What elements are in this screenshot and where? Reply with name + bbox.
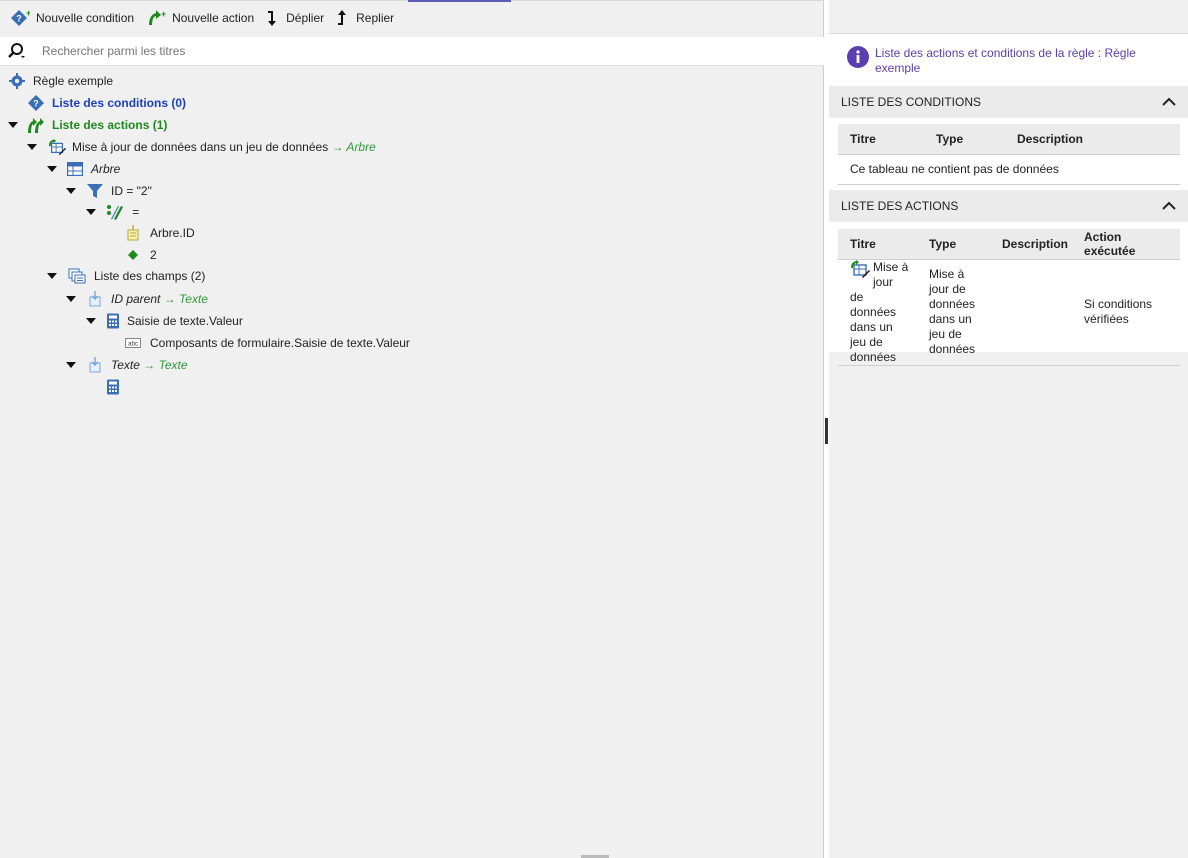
- conditions-col-type[interactable]: Type: [924, 124, 1005, 155]
- constant-icon: [124, 246, 142, 264]
- field-assign-icon: [86, 290, 104, 308]
- pane-splitter[interactable]: [825, 418, 828, 444]
- action-update-target: → Arbre: [331, 140, 376, 154]
- collapse-label: Replier: [356, 11, 395, 25]
- svg-text:abc: abc: [128, 342, 138, 348]
- tree-label-value: 2: [150, 248, 157, 262]
- expand-button[interactable]: Déplier: [266, 9, 324, 27]
- svg-text:?: ?: [16, 14, 22, 24]
- conditions-section-header[interactable]: LISTE DES CONDITIONS: [829, 86, 1188, 118]
- tree-label-conditions: Liste des conditions (0): [52, 96, 187, 110]
- new-condition-label: Nouvelle condition: [36, 11, 135, 25]
- table-icon: [66, 160, 84, 178]
- action-row-type: Mise à jour de données dans un jeu de do…: [917, 259, 994, 366]
- field-parent-name: ID parent: [111, 292, 161, 306]
- tree-label-field-parent: ID parent → Texte: [111, 292, 208, 306]
- conditions-empty-message: Ce tableau ne contient pas de données: [838, 154, 1180, 185]
- tree-label-action-update: Mise à jour de données dans un jeu de do…: [72, 140, 376, 154]
- action-update-title: Mise à jour de données dans un jeu de do…: [72, 140, 329, 154]
- toolbar: ? + Nouvelle condition + Nouvelle action…: [0, 2, 824, 34]
- search-bar: [0, 37, 824, 66]
- field-icon: [124, 224, 142, 242]
- tree-label-table: Arbre: [91, 162, 121, 176]
- search-input[interactable]: [34, 39, 824, 63]
- expand-toggle-filter[interactable]: [66, 186, 76, 196]
- search-icon: [0, 42, 34, 60]
- actions-col-description[interactable]: Description: [994, 229, 1077, 260]
- svg-text:+: +: [161, 9, 166, 19]
- new-action-label: Nouvelle action: [172, 11, 255, 25]
- tree-label-field-ref: Arbre.ID: [150, 226, 195, 240]
- expand-label: Déplier: [286, 11, 325, 25]
- expand-toggle-field-parent-expr[interactable]: [86, 316, 96, 326]
- new-action-button[interactable]: + Nouvelle action: [146, 9, 254, 27]
- dataset-update-icon: [851, 259, 870, 278]
- tree-label-field-parent-expr: Saisie de texte.Valeur: [127, 314, 243, 328]
- expand-toggle-fields[interactable]: [47, 271, 57, 281]
- details-panel: Liste des actions et conditions de la rè…: [829, 34, 1188, 366]
- conditions-col-description[interactable]: Description: [1005, 124, 1180, 155]
- condition-icon: ?: [27, 94, 45, 112]
- calculator-icon: [104, 378, 122, 396]
- actions-col-title[interactable]: Titre: [838, 229, 917, 260]
- fields-list-icon: [68, 267, 86, 285]
- right-pane: Liste des actions et conditions de la rè…: [829, 0, 1188, 858]
- chevron-up-icon[interactable]: [1162, 97, 1176, 107]
- dataset-update-icon: [48, 138, 66, 156]
- actions-section-header[interactable]: LISTE DES ACTIONS: [829, 190, 1188, 222]
- new-condition-button[interactable]: ? + Nouvelle condition: [10, 9, 134, 27]
- actions-icon: [27, 116, 45, 134]
- svg-text:?: ?: [33, 99, 39, 109]
- actions-col-executed[interactable]: Action exécutée: [1076, 229, 1180, 260]
- field-text-name: Texte: [111, 358, 140, 372]
- table-row[interactable]: Mise à jour de données dans un jeu de do…: [838, 259, 1180, 366]
- collapse-icon: [338, 10, 347, 25]
- info-message: Liste des actions et conditions de la rè…: [847, 46, 1155, 76]
- filter-icon: [86, 182, 104, 200]
- calculator-icon: [104, 312, 122, 330]
- tree-label-field-text: Texte → Texte: [111, 358, 188, 372]
- field-parent-type: → Texte: [163, 292, 208, 306]
- text-input-icon: abc: [124, 334, 142, 352]
- expand-toggle-field-parent[interactable]: [66, 294, 76, 304]
- tree-label-operator: =: [132, 205, 140, 219]
- actions-section-title: LISTE DES ACTIONS: [841, 199, 959, 213]
- conditions-table: Titre Type Description Ce tableau ne con…: [838, 124, 1180, 185]
- expand-toggle-action-update[interactable]: [27, 142, 37, 152]
- conditions-col-title[interactable]: Titre: [838, 124, 924, 155]
- actions-col-type[interactable]: Type: [917, 229, 994, 260]
- left-pane: ? + Nouvelle condition + Nouvelle action…: [0, 0, 824, 858]
- chevron-up-icon[interactable]: [1162, 201, 1176, 211]
- info-icon: [847, 46, 869, 68]
- new-action-icon: +: [149, 9, 166, 25]
- expand-toggle-table[interactable]: [47, 164, 57, 174]
- action-row-executed: Si conditions vérifiées: [1076, 259, 1180, 366]
- operator-icon: [106, 203, 124, 221]
- expand-toggle-field-text[interactable]: [66, 360, 76, 370]
- actions-table: Titre Type Description Action exécutée M…: [838, 229, 1180, 366]
- field-text-type: → Texte: [143, 358, 188, 372]
- tree-label-actions: Liste des actions (1): [52, 118, 168, 132]
- action-row-description: [994, 259, 1077, 366]
- tree-label-field-parent-source: Composants de formulaire.Saisie de texte…: [150, 336, 410, 350]
- tree-label-filter: ID = "2": [111, 184, 152, 198]
- gear-icon: [8, 72, 26, 90]
- field-assign-icon: [86, 356, 104, 374]
- svg-text:+: +: [26, 9, 30, 18]
- expand-icon: [268, 11, 277, 26]
- info-text: Liste des actions et conditions de la rè…: [875, 46, 1136, 75]
- new-condition-icon: ? +: [11, 9, 30, 26]
- action-row-title-cell: Mise à jour de données dans un jeu de do…: [838, 259, 917, 366]
- right-pane-header: [829, 0, 1188, 34]
- tree-label-fields: Liste des champs (2): [94, 269, 206, 283]
- tree-label-rule: Règle exemple: [33, 74, 114, 88]
- conditions-section-title: LISTE DES CONDITIONS: [841, 95, 982, 109]
- expand-toggle-actions[interactable]: [8, 120, 18, 130]
- collapse-button[interactable]: Replier: [336, 9, 394, 27]
- expand-toggle-operator[interactable]: [86, 207, 96, 217]
